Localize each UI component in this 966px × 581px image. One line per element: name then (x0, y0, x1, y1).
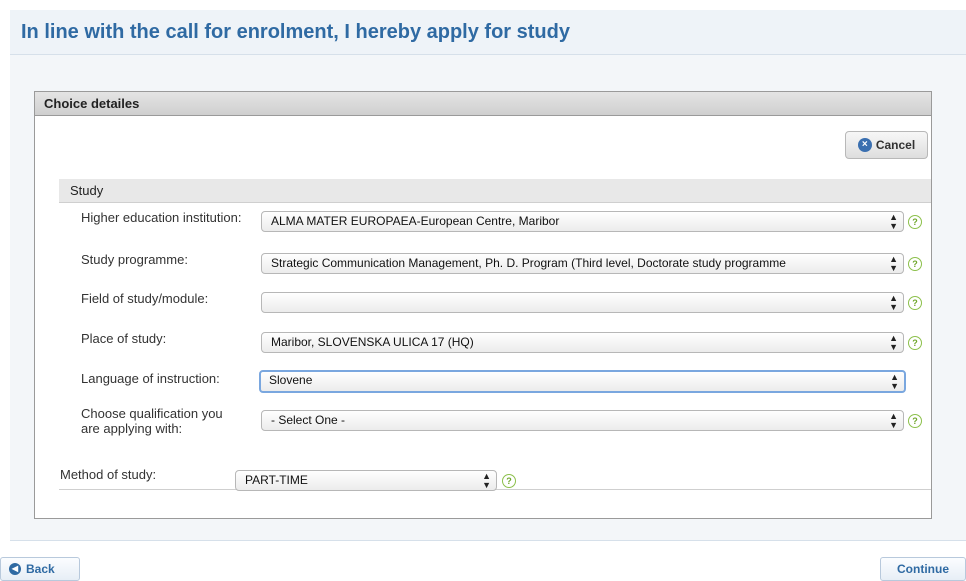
up-down-arrows-icon: ▲ ▼ (889, 410, 898, 430)
place-of-study-select[interactable]: Maribor, SLOVENSKA ULICA 17 (HQ) ▲ ▼ (261, 332, 904, 353)
help-icon[interactable]: ? (908, 296, 922, 310)
up-down-arrows-icon: ▲ ▼ (889, 292, 898, 312)
study-section-header: Study (59, 179, 931, 203)
field-of-study-select[interactable]: ▲ ▼ (261, 292, 904, 313)
study-programme-select[interactable]: Strategic Communication Management, Ph. … (261, 253, 904, 274)
up-down-arrows-icon: ▲ ▼ (889, 332, 898, 352)
continue-label: Continue (897, 562, 949, 576)
page-header: In line with the call for enrolment, I h… (10, 10, 966, 55)
up-down-arrows-icon: ▲ ▼ (890, 371, 899, 391)
institution-label: Higher education institution: (81, 210, 242, 225)
institution-select[interactable]: ALMA MATER EUROPAEA-European Centre, Mar… (261, 211, 904, 232)
qualification-label: Choose qualification you are applying wi… (81, 406, 223, 436)
back-button[interactable]: ◀ Back (0, 557, 80, 581)
language-select[interactable]: Slovene ▲ ▼ (259, 370, 906, 393)
choice-details-box: Choice detailes × Cancel Study Higher ed… (34, 91, 932, 519)
method-of-study-value: PART-TIME (245, 473, 308, 487)
language-value: Slovene (269, 373, 313, 387)
arrow-left-icon: ◀ (9, 563, 21, 575)
help-icon[interactable]: ? (502, 474, 516, 488)
choice-details-title: Choice detailes (44, 96, 140, 111)
study-programme-label: Study programme: (81, 252, 188, 267)
qualification-select[interactable]: - Select One - ▲ ▼ (261, 410, 904, 431)
form-panel: Choice detailes × Cancel Study Higher ed… (10, 55, 966, 541)
continue-button[interactable]: Continue (880, 557, 966, 581)
help-icon[interactable]: ? (908, 414, 922, 428)
choice-details-header: Choice detailes (35, 92, 931, 116)
study-section-title: Study (70, 183, 104, 198)
cancel-button[interactable]: × Cancel (845, 131, 928, 159)
qualification-value: - Select One - (271, 413, 346, 427)
help-icon[interactable]: ? (908, 257, 922, 271)
up-down-arrows-icon: ▲ ▼ (482, 470, 491, 490)
field-of-study-label: Field of study/module: (81, 291, 209, 306)
cancel-label: Cancel (875, 138, 916, 152)
page-title: In line with the call for enrolment, I h… (21, 21, 570, 43)
study-programme-value: Strategic Communication Management, Ph. … (271, 256, 786, 270)
up-down-arrows-icon: ▲ ▼ (889, 253, 898, 273)
qualification-label-line1: Choose qualification you (81, 406, 223, 421)
x-circle-icon: × (857, 138, 872, 152)
back-label: Back (26, 562, 55, 576)
place-of-study-label: Place of study: (81, 331, 167, 346)
up-down-arrows-icon: ▲ ▼ (889, 211, 898, 231)
method-of-study-label: Method of study: (60, 467, 157, 482)
method-of-study-select[interactable]: PART-TIME ▲ ▼ (235, 470, 497, 491)
help-icon[interactable]: ? (908, 336, 922, 350)
help-icon[interactable]: ? (908, 215, 922, 229)
institution-value: ALMA MATER EUROPAEA-European Centre, Mar… (271, 214, 560, 228)
place-of-study-value: Maribor, SLOVENSKA ULICA 17 (HQ) (271, 335, 474, 349)
language-label: Language of instruction: (81, 371, 220, 386)
qualification-label-line2: are applying with: (81, 421, 183, 436)
